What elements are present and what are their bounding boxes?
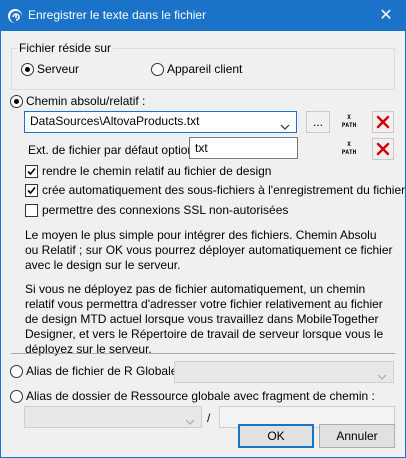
default-extension-input[interactable]: txt bbox=[189, 137, 298, 159]
checkmark-icon bbox=[27, 167, 36, 176]
default-extension-label: Ext. de fichier par défaut option bbox=[28, 143, 195, 157]
cancel-button[interactable]: Annuler bbox=[319, 424, 395, 448]
browse-button[interactable]: ... bbox=[306, 111, 330, 133]
xpath-icon-top: X bbox=[347, 114, 351, 121]
location-group-legend: Fichier réside sur bbox=[17, 41, 114, 55]
create-subfolders-checkbox[interactable] bbox=[25, 184, 38, 197]
create-subfolders-checkbox-label[interactable]: crée automatiquement des sous-fichiers à… bbox=[42, 183, 405, 197]
allow-untrusted-ssl-checkbox-label[interactable]: permettre des connexions SSL non-autoris… bbox=[42, 203, 288, 217]
absolute-relative-path-label[interactable]: Chemin absolu/relatif : bbox=[26, 94, 145, 108]
info-paragraph-relative: Si vous ne déployez pas de fichier autom… bbox=[25, 282, 384, 356]
global-folder-alias-label[interactable]: Alias de dossier de Ressource globale av… bbox=[26, 389, 375, 403]
global-folder-alias-combobox[interactable] bbox=[24, 406, 202, 428]
global-file-alias-combobox[interactable] bbox=[174, 361, 394, 383]
default-extension-value: txt bbox=[195, 141, 208, 155]
delete-icon bbox=[376, 142, 390, 156]
delete-icon bbox=[376, 115, 390, 129]
xpath-icon-bottom: PATH bbox=[341, 122, 357, 129]
chevron-down-icon bbox=[377, 369, 387, 383]
dialog-window: Enregistrer le texte dans le fichier ✕ F… bbox=[0, 0, 406, 458]
chevron-down-icon[interactable] bbox=[280, 119, 290, 133]
absolute-relative-path-radio[interactable] bbox=[10, 95, 23, 108]
allow-untrusted-ssl-checkbox[interactable] bbox=[25, 204, 38, 217]
delete-extension-button[interactable] bbox=[372, 138, 394, 160]
client-device-radio[interactable] bbox=[151, 63, 164, 76]
server-radio[interactable] bbox=[21, 63, 34, 76]
delete-path-button[interactable] bbox=[372, 111, 394, 133]
xpath-button-path[interactable]: X PATH bbox=[339, 111, 361, 133]
separator bbox=[11, 353, 395, 354]
info-paragraph-easy: Le moyen le plus simple pour intégrer de… bbox=[25, 228, 393, 272]
ok-button[interactable]: OK bbox=[238, 424, 314, 448]
server-radio-label[interactable]: Serveur bbox=[37, 62, 79, 76]
xpath-button-extension[interactable]: X PATH bbox=[339, 138, 361, 160]
global-folder-alias-radio[interactable] bbox=[10, 390, 23, 403]
title-bar[interactable]: Enregistrer le texte dans le fichier ✕ bbox=[1, 1, 405, 31]
global-file-alias-label[interactable]: Alias de fichier de R Globale : bbox=[26, 364, 184, 378]
chevron-down-icon bbox=[185, 414, 195, 428]
global-file-alias-radio[interactable] bbox=[10, 365, 23, 378]
xpath-icon-bottom: PATH bbox=[341, 149, 357, 156]
app-icon bbox=[8, 9, 22, 23]
browse-button-label: ... bbox=[313, 115, 324, 129]
window-title: Enregistrer le texte dans le fichier bbox=[28, 8, 207, 22]
close-icon[interactable]: ✕ bbox=[375, 5, 397, 27]
dialog-body: Fichier réside sur Serveur Appareil clie… bbox=[1, 31, 405, 457]
path-combobox[interactable]: DataSources\AltovaProducts.txt bbox=[24, 111, 297, 133]
relative-path-checkbox-label[interactable]: rendre le chemin relatif au fichier de d… bbox=[42, 164, 271, 178]
client-device-radio-label[interactable]: Appareil client bbox=[167, 62, 242, 76]
path-separator-slash: / bbox=[207, 411, 211, 425]
relative-path-checkbox[interactable] bbox=[25, 165, 38, 178]
checkmark-icon bbox=[27, 186, 36, 195]
xpath-icon-top: X bbox=[347, 141, 351, 148]
path-value: DataSources\AltovaProducts.txt bbox=[30, 114, 200, 128]
